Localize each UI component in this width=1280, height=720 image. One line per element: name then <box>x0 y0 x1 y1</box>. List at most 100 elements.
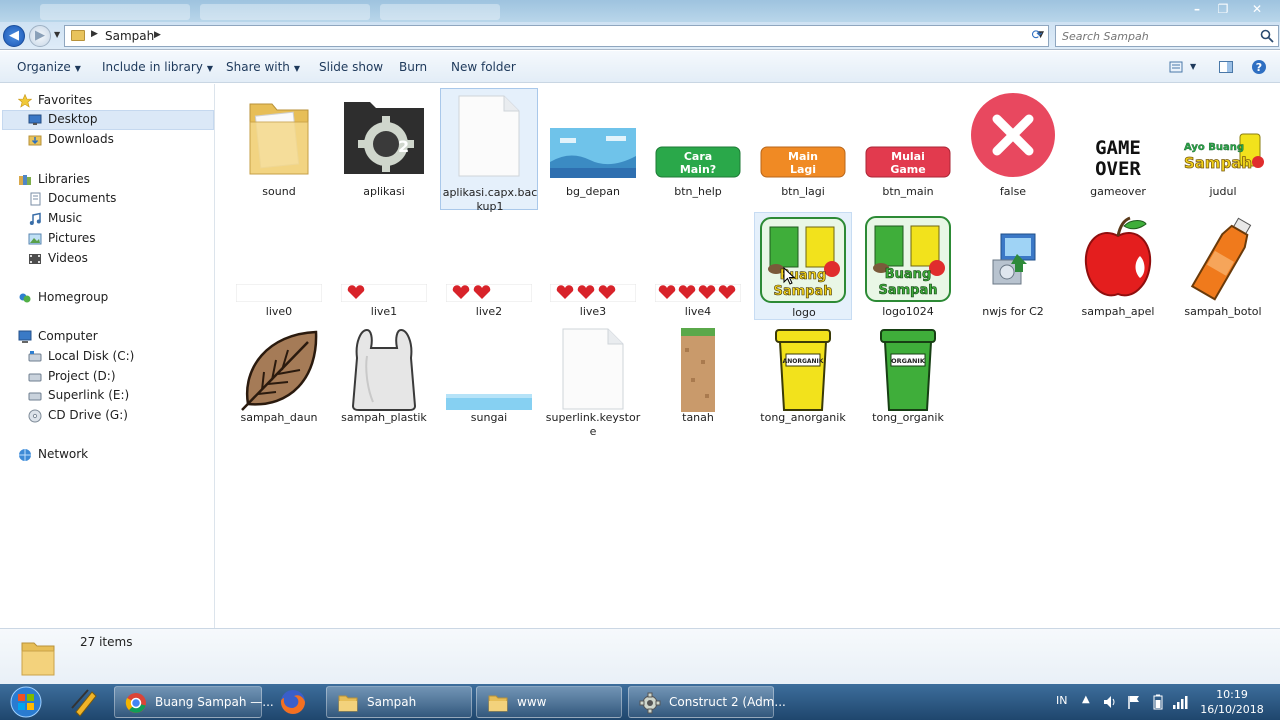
nav-favorites[interactable]: Favorites <box>2 91 214 111</box>
hearts-thumbnail <box>655 284 741 302</box>
nav-label: Music <box>48 211 83 225</box>
file-item-nwjs-for-c2[interactable]: nwjs for C2 <box>964 212 1062 330</box>
nav-music[interactable]: Music <box>2 209 214 229</box>
refresh-button[interactable]: ⟳ <box>1027 26 1047 46</box>
nav-local-disk[interactable]: Local Disk (C:) <box>2 347 214 367</box>
file-item-judul[interactable]: Ayo Buang Sampah judul <box>1174 88 1272 206</box>
taskbar-label: www <box>517 695 547 709</box>
taskbar-construct-button[interactable]: Construct 2 (Adm... <box>628 686 786 718</box>
nav-project[interactable]: Project (D:) <box>2 367 214 387</box>
file-label: live0 <box>265 305 293 318</box>
file-item-btn-help[interactable]: Cara Main? btn_help <box>649 88 747 206</box>
cd-drive-icon <box>28 409 42 423</box>
nav-label: Favorites <box>38 93 93 107</box>
file-item-btn-main[interactable]: Mulai Game btn_main <box>859 88 957 206</box>
svg-text:Lagi: Lagi <box>790 163 816 176</box>
change-view-icon[interactable] <box>1168 59 1184 75</box>
recent-pages-dropdown[interactable]: ▼ <box>54 30 60 39</box>
nav-network[interactable]: Network <box>2 445 214 465</box>
mouse-cursor-icon <box>783 267 795 285</box>
file-item-logo[interactable]: Buang Sampah logo <box>754 212 852 320</box>
file-item-sampah-plastik[interactable]: sampah_plastik <box>335 324 433 442</box>
share-with-button[interactable]: Share with ▼ <box>226 60 300 74</box>
file-item-tanah[interactable]: tanah <box>649 324 747 442</box>
breadcrumb-separator-icon[interactable]: ▶ <box>154 30 161 40</box>
flag-icon[interactable] <box>1126 694 1142 710</box>
file-label: logo <box>792 306 816 319</box>
file-item-bg-depan[interactable]: bg_depan <box>544 88 642 206</box>
pinned-app-icon[interactable] <box>62 686 106 718</box>
nav-documents[interactable]: Documents <box>2 189 214 209</box>
folder-icon <box>71 30 85 41</box>
downloads-folder-icon <box>28 135 42 146</box>
language-indicator[interactable]: IN <box>1056 694 1067 707</box>
file-item-sampah-apel[interactable]: sampah_apel <box>1069 212 1167 330</box>
help-icon[interactable]: ? <box>1251 59 1267 75</box>
file-item-tong-anorganik[interactable]: ANORGANIK tong_anorganik <box>754 324 852 442</box>
search-field[interactable] <box>1055 25 1279 47</box>
start-button[interactable] <box>4 685 48 719</box>
nav-videos[interactable]: Videos <box>2 249 214 269</box>
close-button[interactable]: ✕ <box>1243 0 1271 18</box>
taskbar-explorer-sampah-button[interactable]: Sampah <box>326 686 472 718</box>
forward-button[interactable]: ▶ <box>29 25 51 47</box>
file-item-aplikasi-capx-backup1[interactable]: aplikasi.capx.backup1 <box>440 88 538 213</box>
svg-text:Mulai: Mulai <box>891 150 925 163</box>
file-item-live0[interactable]: live0 <box>230 212 328 330</box>
battery-icon[interactable] <box>1150 694 1166 710</box>
file-label: tong_organik <box>872 411 944 424</box>
file-item-live3[interactable]: live3 <box>544 212 642 330</box>
signal-icon[interactable] <box>1172 694 1188 710</box>
burn-button[interactable]: Burn <box>399 60 427 74</box>
view-options-dropdown-icon[interactable]: ▼ <box>1190 62 1196 71</box>
nav-desktop[interactable]: Desktop <box>2 110 214 130</box>
search-icon[interactable] <box>1260 29 1274 43</box>
nav-superlink[interactable]: Superlink (E:) <box>2 386 214 406</box>
file-item-superlink-keystore[interactable]: superlink.keystore <box>544 324 642 446</box>
file-item-live2[interactable]: live2 <box>440 212 538 330</box>
background-tab-ghost <box>380 4 500 20</box>
svg-text:OVER: OVER <box>1095 158 1141 178</box>
file-item-sampah-botol[interactable]: sampah_botol <box>1174 212 1272 330</box>
file-item-tong-organik[interactable]: ORGANIK tong_organik <box>859 324 957 442</box>
file-item-logo1024[interactable]: Buang Sampah logo1024 <box>859 212 957 330</box>
clock-time: 10:19 <box>1216 688 1248 701</box>
firefox-icon[interactable] <box>270 686 316 718</box>
preview-pane-icon[interactable] <box>1218 59 1234 75</box>
breadcrumb-sampah[interactable]: Sampah <box>105 29 154 43</box>
new-folder-button[interactable]: New folder <box>451 60 516 74</box>
file-item-sungai[interactable]: sungai <box>440 324 538 442</box>
taskbar: Buang Sampah —... Sampah www Construct 2… <box>0 684 1280 720</box>
file-item-aplikasi[interactable]: 2 aplikasi <box>335 88 433 206</box>
file-item-sampah-daun[interactable]: sampah_daun <box>230 324 328 442</box>
file-item-sound[interactable]: sound <box>230 88 328 206</box>
nav-cd-drive[interactable]: CD Drive (G:) <box>2 406 214 426</box>
folder-icon <box>21 642 55 676</box>
nav-libraries[interactable]: Libraries <box>2 170 214 190</box>
file-item-btn-lagi[interactable]: Main Lagi btn_lagi <box>754 88 852 206</box>
minimize-button[interactable]: – <box>1183 0 1211 18</box>
file-item-live1[interactable]: live1 <box>335 212 433 330</box>
nav-downloads[interactable]: Downloads <box>2 130 214 150</box>
clock[interactable]: 10:19 16/10/2018 <box>1196 687 1268 717</box>
show-hidden-icons-icon[interactable]: ▲ <box>1082 694 1098 710</box>
nav-homegroup[interactable]: Homegroup <box>2 288 214 308</box>
slide-show-button[interactable]: Slide show <box>319 60 383 74</box>
file-item-gameover[interactable]: GAME OVER gameover <box>1069 88 1167 206</box>
search-input[interactable] <box>1062 27 1252 45</box>
maximize-button[interactable]: ❐ <box>1209 0 1237 18</box>
nav-computer[interactable]: Computer <box>2 327 214 347</box>
button-image-thumbnail: Main Lagi <box>760 146 846 178</box>
nav-pictures[interactable]: Pictures <box>2 229 214 249</box>
volume-icon[interactable] <box>1102 694 1118 710</box>
back-button[interactable]: ◀ <box>3 25 25 47</box>
button-image-thumbnail: Cara Main? <box>655 146 741 178</box>
breadcrumb-separator-icon[interactable]: ▶ <box>91 29 98 39</box>
file-item-false[interactable]: false <box>964 88 1062 206</box>
include-in-library-button[interactable]: Include in library ▼ <box>102 60 213 74</box>
organize-button[interactable]: Organize ▼ <box>17 60 81 74</box>
taskbar-chrome-button[interactable]: Buang Sampah —... <box>114 686 274 718</box>
file-item-live4[interactable]: live4 <box>649 212 747 330</box>
taskbar-explorer-www-button[interactable]: www <box>476 686 622 718</box>
address-field[interactable]: ▶ Sampah ▶ ▼ <box>64 25 1049 47</box>
